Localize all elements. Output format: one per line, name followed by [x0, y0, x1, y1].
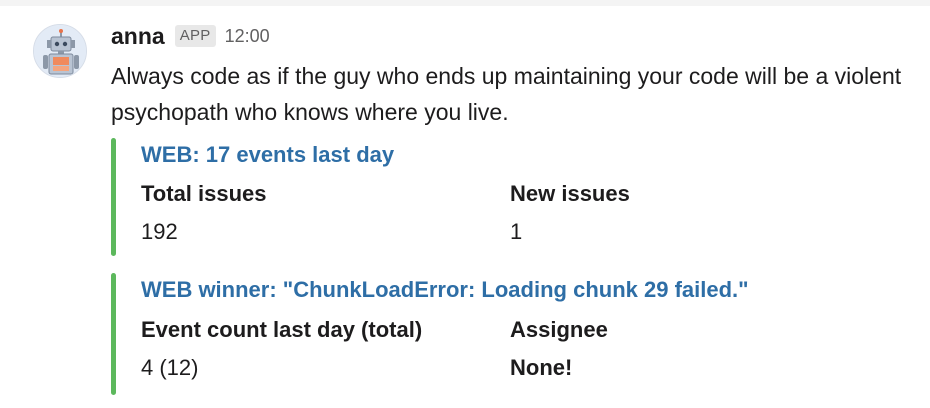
attachment-color-bar — [111, 138, 116, 256]
robot-icon — [34, 25, 86, 77]
attachment: WEB winner: "ChunkLoadError: Loading chu… — [111, 273, 891, 395]
field-value: 4 (12) — [141, 355, 199, 380]
field-title: Assignee — [510, 317, 608, 342]
field-new-issues: New issues 1 — [510, 179, 870, 247]
field-value: 1 — [510, 219, 523, 244]
message-header: anna APP 12:00 — [111, 21, 270, 51]
field-total-issues: Total issues 192 — [141, 179, 501, 247]
app-badge: APP — [174, 25, 216, 47]
attachment-title-link[interactable]: WEB winner: "ChunkLoadError: Loading chu… — [141, 277, 749, 303]
field-assignee: Assignee None! — [510, 315, 870, 383]
attachment: WEB: 17 events last day Total issues 192… — [111, 138, 891, 256]
message-text: Always code as if the guy who ends up ma… — [111, 63, 902, 125]
sender-name[interactable]: anna — [111, 23, 165, 50]
field-value: 192 — [141, 219, 178, 244]
chat-message: anna APP 12:00 Always code as if the guy… — [0, 0, 930, 408]
attachment-title-link[interactable]: WEB: 17 events last day — [141, 142, 394, 168]
field-title: Total issues — [141, 181, 267, 206]
field-title: New issues — [510, 181, 630, 206]
avatar[interactable] — [33, 24, 87, 78]
attachment-color-bar — [111, 273, 116, 395]
field-event-count: Event count last day (total) 4 (12) — [141, 315, 501, 383]
timestamp[interactable]: 12:00 — [225, 26, 270, 47]
field-value: None! — [510, 355, 573, 380]
field-title: Event count last day (total) — [141, 317, 423, 342]
